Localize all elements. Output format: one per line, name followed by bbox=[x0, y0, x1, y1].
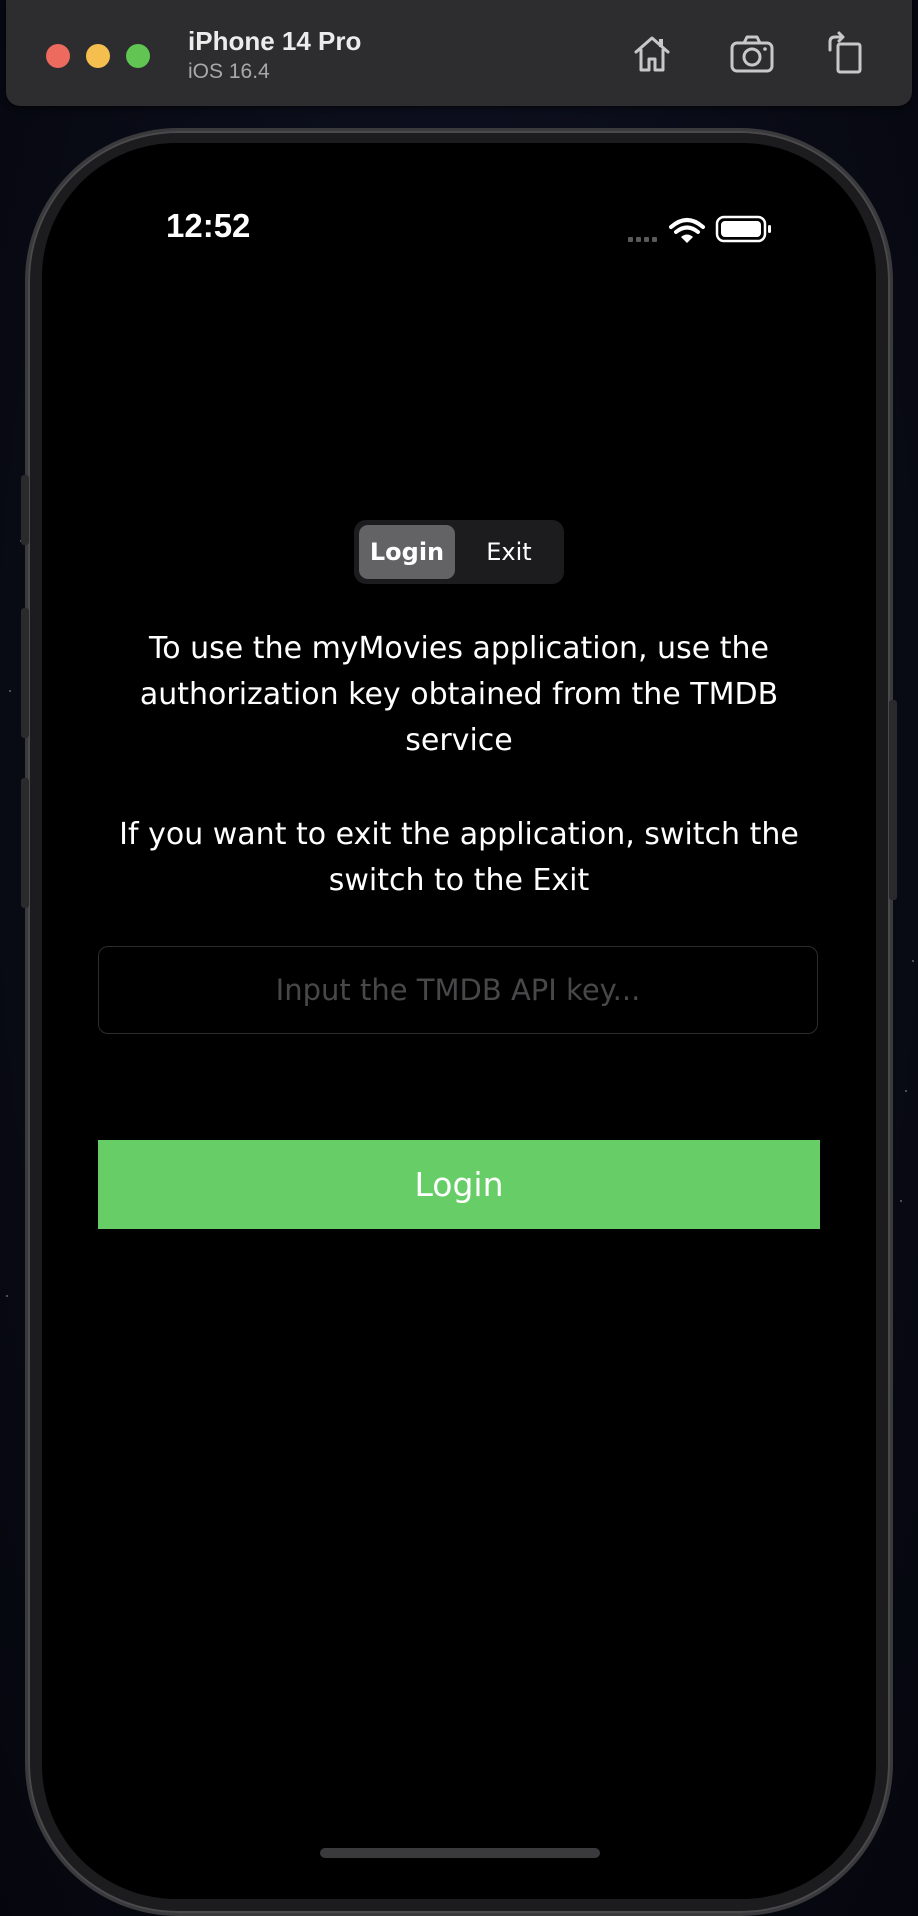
wifi-icon bbox=[669, 218, 705, 243]
volume-up-button bbox=[21, 608, 29, 738]
window-zoom-button[interactable] bbox=[126, 44, 150, 68]
volume-down-button bbox=[21, 778, 29, 908]
status-icons bbox=[628, 215, 771, 243]
screenshot-icon[interactable] bbox=[728, 30, 776, 78]
background-star bbox=[9, 690, 11, 692]
background-star bbox=[900, 1200, 902, 1202]
battery-icon bbox=[715, 215, 771, 243]
rotate-icon[interactable] bbox=[822, 30, 870, 78]
window-minimize-button[interactable] bbox=[86, 44, 110, 68]
background-star bbox=[6, 1295, 8, 1297]
background-star bbox=[905, 1090, 907, 1092]
exit-instructions-text: If you want to exit the application, swi… bbox=[119, 817, 799, 898]
desktop-background: iPhone 14 Pro iOS 16.4 12:52 Login Exit … bbox=[0, 0, 918, 1916]
device-os-version: iOS 16.4 bbox=[188, 60, 270, 83]
home-icon[interactable] bbox=[628, 30, 676, 78]
cellular-icon bbox=[628, 237, 657, 242]
background-star bbox=[912, 960, 914, 962]
login-button[interactable]: Login bbox=[98, 1140, 820, 1229]
instructions-text: To use the myMovies application, use the… bbox=[139, 631, 779, 758]
login-exit-segmented-control: Login Exit bbox=[354, 520, 564, 584]
device-name: iPhone 14 Pro bbox=[188, 26, 362, 56]
simulator-titlebar: iPhone 14 Pro iOS 16.4 bbox=[6, 0, 912, 106]
segment-exit[interactable]: Exit bbox=[460, 525, 558, 579]
phone-screen: 12:52 Login Exit To use the myMovies app… bbox=[42, 143, 876, 1899]
status-time: 12:52 bbox=[166, 207, 251, 244]
segment-login[interactable]: Login bbox=[359, 525, 455, 579]
power-button bbox=[889, 700, 897, 900]
home-indicator[interactable] bbox=[320, 1848, 600, 1858]
api-key-input[interactable] bbox=[98, 946, 818, 1034]
mute-switch bbox=[21, 475, 29, 545]
window-close-button[interactable] bbox=[46, 44, 70, 68]
